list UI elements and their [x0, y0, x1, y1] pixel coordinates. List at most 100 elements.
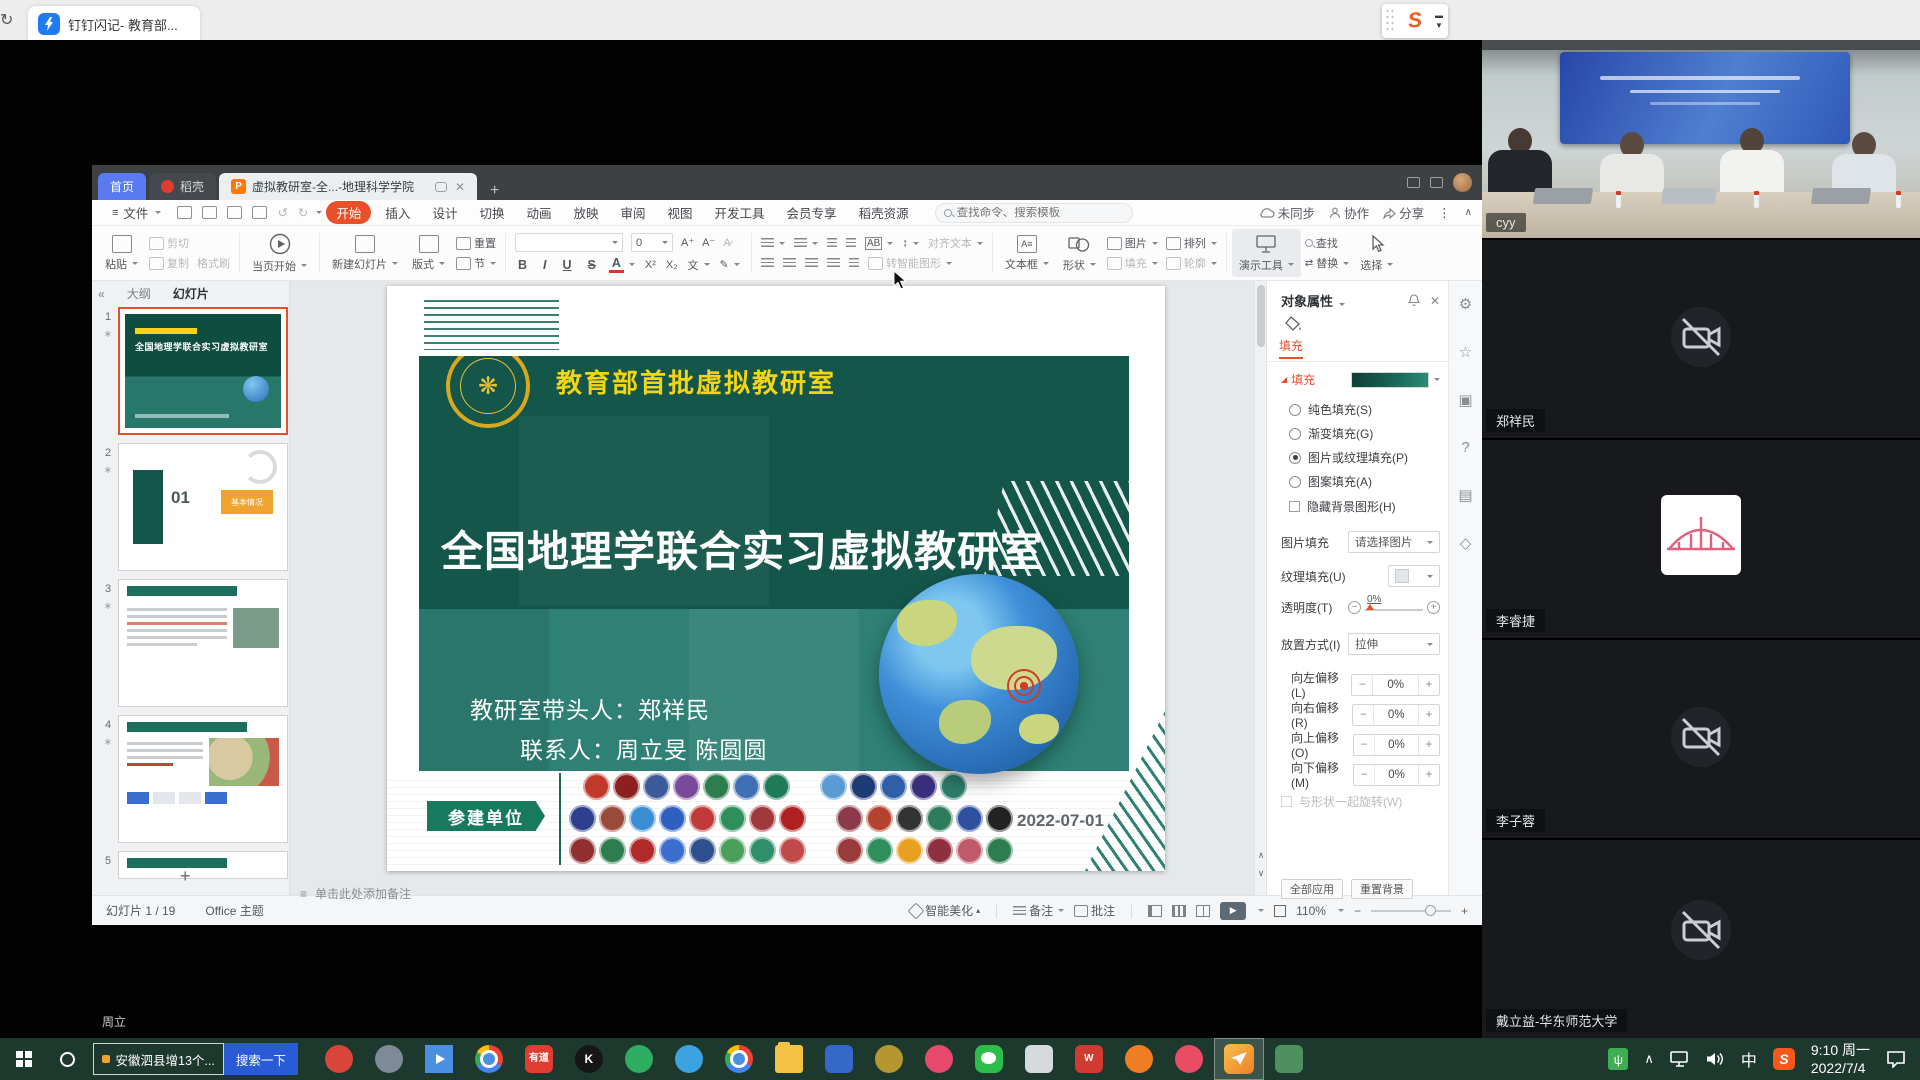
texture-fill-select[interactable]: [1388, 565, 1440, 587]
text-direction-button[interactable]: AB: [865, 237, 893, 250]
taskbar-app-icon[interactable]: [914, 1038, 964, 1080]
slide-thumbnail-3[interactable]: [118, 579, 288, 707]
notification-center-icon[interactable]: [1886, 1050, 1906, 1068]
taskbar-app-icon[interactable]: [714, 1038, 764, 1080]
normal-view-icon[interactable]: [1148, 905, 1162, 917]
share-button[interactable]: 分享: [1383, 203, 1424, 222]
taskbar-app-icon[interactable]: [764, 1038, 814, 1080]
scrollbar-thumb[interactable]: [1257, 285, 1265, 347]
decrease-font-icon[interactable]: A⁻: [702, 236, 715, 249]
picture-button[interactable]: 图片: [1107, 235, 1158, 251]
help-icon[interactable]: ?: [1461, 439, 1469, 456]
fill-option-gradient[interactable]: 渐变填充(G): [1289, 425, 1440, 442]
minus-icon[interactable]: −: [1348, 601, 1361, 614]
redo-icon[interactable]: ↻: [294, 205, 312, 220]
align-text-button[interactable]: 对齐文本: [928, 235, 983, 251]
export-icon[interactable]: [202, 206, 217, 219]
taskbar-app-icon[interactable]: [1164, 1038, 1214, 1080]
tab-docer[interactable]: 稻壳: [149, 173, 216, 200]
distribute-icon[interactable]: [849, 258, 859, 269]
bullet-list-button[interactable]: [761, 238, 785, 249]
notes-bar[interactable]: ≡单击此处添加备注: [300, 885, 411, 902]
layout-grid-icon[interactable]: [1407, 177, 1420, 188]
taskbar-app-icon[interactable]: W: [1064, 1038, 1114, 1080]
file-menu[interactable]: ≡文件: [102, 201, 171, 224]
outline-button[interactable]: 轮廓: [1166, 255, 1217, 271]
arrange-button[interactable]: 排列: [1166, 235, 1217, 251]
fit-slide-icon[interactable]: [1274, 905, 1286, 917]
new-slide-button[interactable]: 新建幻灯片: [325, 229, 405, 277]
tab-fill[interactable]: 填充: [1279, 337, 1303, 359]
present-tools-button[interactable]: 演示工具: [1232, 229, 1301, 277]
news-widget[interactable]: 安徽泗县增13个...: [93, 1043, 224, 1075]
taskbar-app-icon[interactable]: [314, 1038, 364, 1080]
shape-tools-icon[interactable]: ◇: [1460, 534, 1472, 552]
network-icon[interactable]: [1670, 1051, 1690, 1067]
participant-tile-video[interactable]: cyy: [1482, 40, 1920, 238]
snip-tool-icon[interactable]: S: [1394, 7, 1436, 35]
selection-pane-icon[interactable]: ▣: [1458, 391, 1472, 409]
strikethrough-button[interactable]: S: [585, 258, 599, 272]
user-avatar[interactable]: [1453, 173, 1472, 192]
taskbar-app-icon[interactable]: [664, 1038, 714, 1080]
collaborate-button[interactable]: 协作: [1329, 203, 1369, 222]
hide-background-checkbox[interactable]: 隐藏背景图形(H): [1289, 498, 1440, 515]
underline-button[interactable]: U: [560, 258, 575, 272]
slide-1[interactable]: ❋ 教育部首批虚拟教研室 全国地理学联合实习虚拟教研室 教研室带头人：郑祥民 联…: [387, 286, 1165, 871]
tab-slides[interactable]: 幻灯片: [173, 285, 209, 302]
font-family-select[interactable]: [515, 233, 623, 252]
cut-button[interactable]: 剪切: [149, 235, 230, 251]
menu-view[interactable]: 视图: [658, 201, 703, 224]
taskbar-app-icon[interactable]: 有道: [514, 1038, 564, 1080]
menu-animation[interactable]: 动画: [516, 201, 561, 224]
taskbar-app-icon[interactable]: [1114, 1038, 1164, 1080]
menu-design[interactable]: 设计: [422, 201, 467, 224]
more-menu-icon[interactable]: ⋮: [1438, 205, 1451, 220]
taskbar-search-button[interactable]: 搜索一下: [224, 1043, 298, 1075]
smart-image-icon[interactable]: ▤: [1458, 486, 1472, 504]
sorter-view-icon[interactable]: [1172, 905, 1186, 917]
workspace-icon[interactable]: [1430, 177, 1443, 188]
volume-icon[interactable]: [1706, 1051, 1725, 1067]
number-list-button[interactable]: [794, 238, 818, 249]
apply-all-button[interactable]: 全部应用: [1281, 879, 1343, 899]
zoom-slider[interactable]: [1371, 910, 1451, 912]
slideshow-play-button[interactable]: ▶: [1220, 902, 1246, 920]
screenshot-widget[interactable]: S ▬▼: [1382, 4, 1448, 38]
comment-bubble-icon[interactable]: [435, 182, 447, 192]
menu-docer-res[interactable]: 稻壳资源: [849, 201, 919, 224]
taskbar-app-icon[interactable]: [814, 1038, 864, 1080]
align-center-icon[interactable]: [783, 258, 796, 269]
sync-status[interactable]: 未同步: [1259, 203, 1316, 222]
taskbar-app-icon[interactable]: [864, 1038, 914, 1080]
decrease-indent-icon[interactable]: [827, 238, 837, 249]
tab-outline[interactable]: 大纲: [127, 285, 151, 302]
taskbar-app-icon[interactable]: [414, 1038, 464, 1080]
print-icon[interactable]: [227, 206, 242, 219]
zoom-caret[interactable]: [1338, 909, 1344, 912]
collapse-ribbon-icon[interactable]: ∧: [1465, 207, 1472, 218]
menu-devtools[interactable]: 开发工具: [705, 201, 775, 224]
justify-icon[interactable]: [827, 258, 840, 269]
shapes-button[interactable]: 形状: [1056, 229, 1103, 277]
hidden-icons-chevron[interactable]: ∧: [1644, 1051, 1654, 1067]
print-preview-icon[interactable]: [252, 206, 267, 219]
italic-button[interactable]: I: [540, 258, 549, 272]
fill-button[interactable]: 填充: [1107, 255, 1158, 271]
play-from-current-button[interactable]: 当页开始: [245, 229, 314, 277]
bold-button[interactable]: B: [515, 258, 530, 272]
offset-top-stepper[interactable]: −0%+: [1353, 734, 1440, 756]
menu-slideshow[interactable]: 放映: [563, 201, 608, 224]
superscript-button[interactable]: X²: [645, 259, 656, 271]
select-button[interactable]: 选择: [1353, 229, 1400, 277]
participant-tile[interactable]: 戴立益-华东师范大学: [1482, 840, 1920, 1038]
increase-indent-icon[interactable]: [846, 238, 856, 249]
find-button[interactable]: 查找: [1305, 235, 1349, 251]
quickbar-caret-icon[interactable]: [316, 211, 322, 214]
taskbar-app-icon[interactable]: K: [564, 1038, 614, 1080]
minimize-bar-icon[interactable]: ▬: [1435, 12, 1443, 20]
start-button[interactable]: [16, 1051, 32, 1067]
beautify-button[interactable]: 智能美化▴: [910, 902, 980, 919]
offset-right-stepper[interactable]: −0%+: [1352, 704, 1440, 726]
reading-view-icon[interactable]: [1196, 905, 1210, 917]
